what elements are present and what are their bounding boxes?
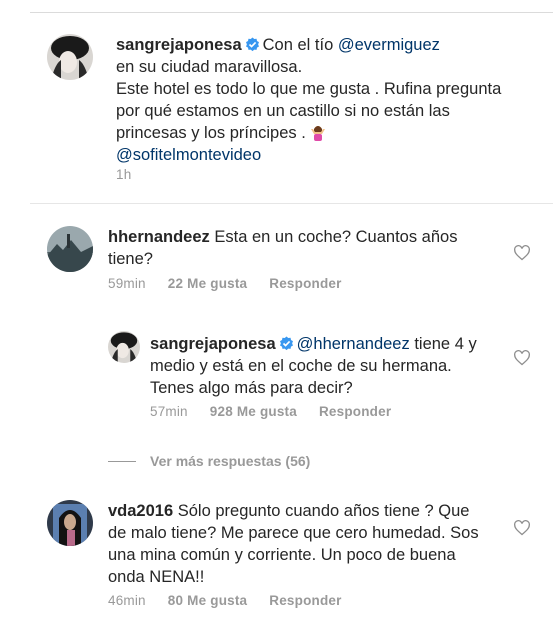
comment-2-likes[interactable]: 928 Me gusta bbox=[210, 404, 297, 419]
post-caption: sangrejaponesa Con el tío @evermiguez en … bbox=[116, 34, 516, 166]
comment-2-username[interactable]: sangrejaponesa bbox=[150, 335, 276, 353]
avatar-vda2016[interactable] bbox=[47, 500, 93, 546]
post-mention-a[interactable]: @evermiguez bbox=[338, 36, 440, 54]
section-divider bbox=[30, 203, 553, 204]
avatar-sangrejaponesa[interactable] bbox=[47, 34, 93, 80]
comment-3-time: 46min bbox=[108, 593, 146, 608]
verified-badge-icon bbox=[279, 336, 293, 351]
heart-outline-icon[interactable] bbox=[513, 520, 531, 536]
comment-3-likes[interactable]: 80 Me gusta bbox=[168, 593, 247, 608]
top-divider bbox=[30, 12, 553, 13]
view-more-dash bbox=[108, 460, 136, 462]
comment-1-likes[interactable]: 22 Me gusta bbox=[168, 276, 247, 291]
comment-3: vda2016 Sólo pregunto cuando años tiene … bbox=[108, 500, 488, 588]
avatar-sangrejaponesa-reply[interactable] bbox=[108, 331, 140, 363]
comment-1-reply-button[interactable]: Responder bbox=[269, 276, 341, 291]
heart-outline-icon[interactable] bbox=[513, 350, 531, 366]
comment-2-mention[interactable]: @hhernandeez bbox=[297, 335, 410, 353]
comment-3-reply-button[interactable]: Responder bbox=[269, 593, 341, 608]
post-meta: 1h bbox=[116, 167, 153, 182]
post-time: 1h bbox=[116, 167, 132, 182]
comment-1-meta: 59min 22 Me gusta Responder bbox=[108, 276, 364, 291]
comment-3-meta: 46min 80 Me gusta Responder bbox=[108, 593, 364, 608]
heart-outline-icon[interactable] bbox=[513, 245, 531, 261]
woman-shrugging-emoji bbox=[311, 126, 326, 141]
verified-badge-icon bbox=[245, 37, 259, 52]
post-text-a: Con el tío bbox=[262, 36, 334, 54]
post-text-c: Este hotel es todo lo que me gusta . Ruf… bbox=[116, 80, 502, 142]
post-username[interactable]: sangrejaponesa bbox=[116, 36, 242, 54]
comment-1-time: 59min bbox=[108, 276, 146, 291]
post-text-b: en su ciudad maravillosa. bbox=[116, 58, 303, 76]
post-mention-b[interactable]: @sofitelmontevideo bbox=[116, 146, 261, 164]
comment-3-username[interactable]: vda2016 bbox=[108, 502, 173, 520]
avatar-hhernandeez[interactable] bbox=[47, 226, 93, 272]
comment-2-time: 57min bbox=[150, 404, 188, 419]
view-more-label: Ver más respuestas (56) bbox=[150, 453, 311, 469]
comment-1: hhernandeez Esta en un coche? Cuantos añ… bbox=[108, 226, 498, 270]
comment-2-reply-button[interactable]: Responder bbox=[319, 404, 391, 419]
comment-2: sangrejaponesa @hhernandeez tiene 4 y med… bbox=[150, 333, 480, 399]
comment-1-username[interactable]: hhernandeez bbox=[108, 228, 210, 246]
view-more-replies-button[interactable]: Ver más respuestas (56) bbox=[108, 453, 310, 469]
comment-2-meta: 57min 928 Me gusta Responder bbox=[150, 404, 413, 419]
